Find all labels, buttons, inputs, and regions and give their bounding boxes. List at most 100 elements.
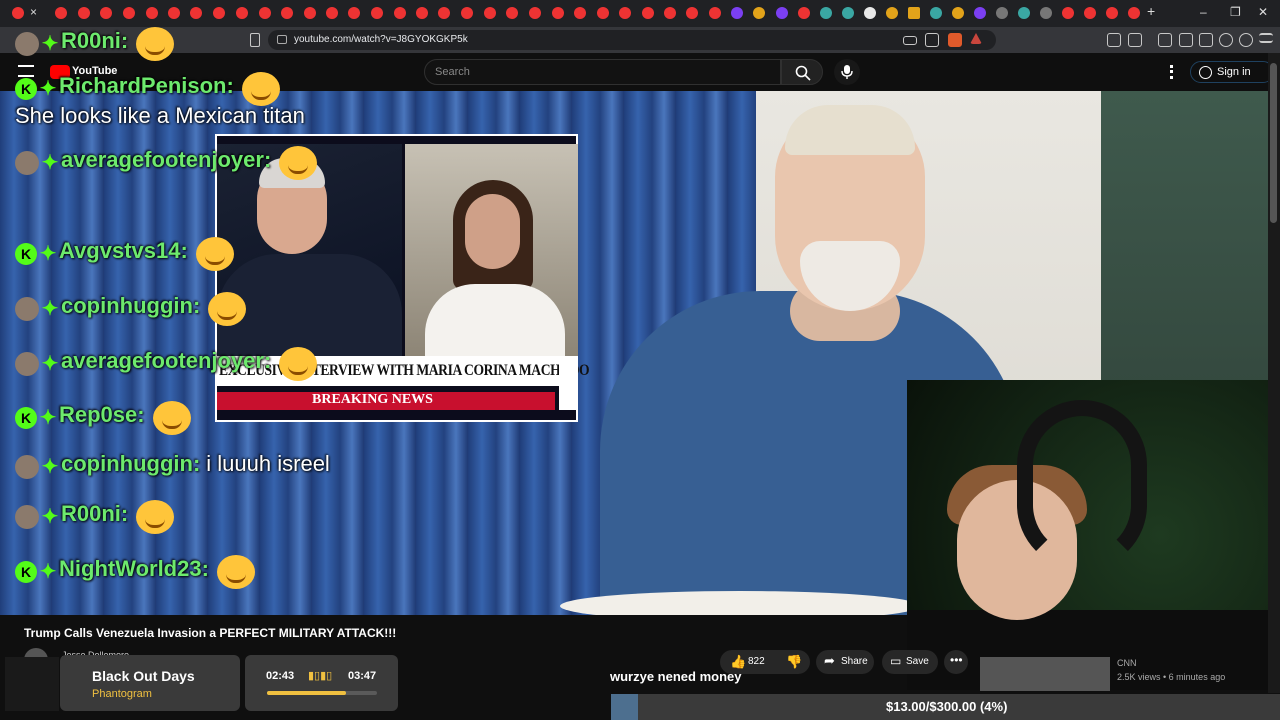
tab-favicon[interactable]: [100, 7, 112, 19]
tab-favicon[interactable]: [348, 7, 360, 19]
tab-favicon[interactable]: [213, 7, 225, 19]
chat-username[interactable]: copinhuggin:: [61, 451, 200, 476]
tab-favicon[interactable]: [55, 7, 67, 19]
tab-favicon[interactable]: [506, 7, 518, 19]
menu-icon[interactable]: [1259, 33, 1273, 43]
new-tab-button[interactable]: +: [1147, 3, 1155, 19]
tab-favicon[interactable]: [776, 7, 788, 19]
chat-emote-icon: [208, 292, 247, 326]
address-bar[interactable]: youtube.com/watch?v=J8GYOKGKP5k: [268, 30, 996, 50]
bookmark-icon[interactable]: [250, 33, 260, 47]
chat-username[interactable]: NightWorld23:: [59, 556, 209, 581]
tab-favicon[interactable]: [886, 7, 898, 19]
save-button[interactable]: ▭ Save: [882, 650, 938, 674]
chat-username[interactable]: R00ni:: [61, 28, 128, 53]
voice-search-button[interactable]: [834, 59, 860, 85]
tab-favicon[interactable]: [642, 7, 654, 19]
tab-favicon[interactable]: [686, 7, 698, 19]
tab-favicon[interactable]: [1106, 7, 1118, 19]
tab-favicon[interactable]: [664, 7, 676, 19]
page-scrollbar[interactable]: [1268, 53, 1280, 693]
tab-favicon[interactable]: [597, 7, 609, 19]
tab-favicon[interactable]: [1128, 7, 1140, 19]
chat-username[interactable]: RichardPenison:: [59, 73, 234, 98]
tab-favicon[interactable]: [552, 7, 564, 19]
tab-favicon[interactable]: [281, 7, 293, 19]
tab-favicon[interactable]: [842, 7, 854, 19]
share-page-icon[interactable]: [925, 33, 939, 47]
tab-favicon[interactable]: [461, 7, 473, 19]
extensions-icon[interactable]: [1107, 33, 1121, 47]
tab-favicon[interactable]: [709, 7, 721, 19]
account-icon: [1199, 66, 1212, 79]
chat-username[interactable]: averagefootenjoyer:: [61, 348, 271, 373]
tab-favicon[interactable]: [123, 7, 135, 19]
like-icon[interactable]: 👍: [730, 654, 746, 670]
search-icon: [795, 65, 811, 81]
more-actions-button[interactable]: •••: [944, 650, 968, 674]
tab-favicon[interactable]: [753, 7, 765, 19]
shield-icon[interactable]: [1239, 33, 1253, 47]
tab-favicon[interactable]: [574, 7, 586, 19]
search-input[interactable]: Search: [424, 59, 781, 85]
brave-rewards-icon[interactable]: [970, 33, 982, 44]
tab-favicon[interactable]: [952, 7, 964, 19]
chat-username[interactable]: R00ni:: [61, 501, 128, 526]
install-app-icon[interactable]: [903, 36, 917, 45]
chat-username[interactable]: Avgvstvs14:: [59, 238, 188, 263]
tab-favicon[interactable]: [416, 7, 428, 19]
tab-favicon[interactable]: [1018, 7, 1030, 19]
share-button[interactable]: ➦ Share: [816, 650, 874, 674]
tab-favicon[interactable]: [529, 7, 541, 19]
site-info-icon[interactable]: [277, 35, 287, 44]
tab-favicon[interactable]: [304, 7, 316, 19]
tab-favicon[interactable]: [731, 7, 743, 19]
chat-message: K ✦ NightWorld23:: [15, 555, 255, 589]
chat-username[interactable]: Rep0se:: [59, 402, 145, 427]
tab-favicon[interactable]: [930, 7, 942, 19]
tab-favicon[interactable]: [168, 7, 180, 19]
recommended-thumbnail[interactable]: [980, 657, 1110, 691]
tab-favicon[interactable]: [394, 7, 406, 19]
wallet-icon[interactable]: [1199, 33, 1213, 47]
like-count[interactable]: 822: [748, 656, 765, 667]
tab-favicon[interactable]: [619, 7, 631, 19]
dislike-icon[interactable]: 👎: [786, 654, 802, 670]
tab-favicon[interactable]: [996, 7, 1008, 19]
tab-favicon[interactable]: [146, 7, 158, 19]
tab-favicon[interactable]: [908, 7, 920, 19]
tab-favicon[interactable]: [371, 7, 383, 19]
tab-favicon[interactable]: [864, 7, 876, 19]
media-controls-icon[interactable]: [1158, 33, 1172, 47]
chat-username[interactable]: copinhuggin:: [61, 293, 200, 318]
maximize-button[interactable]: ❐: [1230, 5, 1241, 19]
vpn-icon[interactable]: [1219, 33, 1233, 47]
search-button[interactable]: [781, 59, 823, 85]
minimize-button[interactable]: –: [1200, 5, 1207, 19]
tab-favicon[interactable]: [259, 7, 271, 19]
close-tab-icon[interactable]: ×: [30, 5, 37, 19]
tab-favicon[interactable]: [974, 7, 986, 19]
tab-favicon[interactable]: [190, 7, 202, 19]
tab-favicon[interactable]: [1084, 7, 1096, 19]
close-window-button[interactable]: ✕: [1258, 5, 1268, 19]
tab-favicon[interactable]: [12, 7, 24, 19]
more-options-icon[interactable]: [1170, 65, 1173, 79]
sign-in-button[interactable]: Sign in: [1190, 61, 1274, 83]
tab-favicon[interactable]: [78, 7, 90, 19]
tab-favicon[interactable]: [236, 7, 248, 19]
chat-emote-icon: [136, 27, 175, 61]
brave-shields-icon[interactable]: [948, 33, 962, 47]
reader-mode-icon[interactable]: [1128, 33, 1142, 47]
tab-favicon[interactable]: [1040, 7, 1052, 19]
tab-favicon[interactable]: [326, 7, 338, 19]
tab-favicon[interactable]: [1062, 7, 1074, 19]
chat-username[interactable]: averagefootenjoyer:: [61, 147, 271, 172]
recommended-meta[interactable]: CNN 2.5K views • 6 minutes ago: [1117, 658, 1225, 682]
tab-favicon[interactable]: [438, 7, 450, 19]
sidebar-icon[interactable]: [1179, 33, 1193, 47]
tab-favicon[interactable]: [820, 7, 832, 19]
tab-favicon[interactable]: [798, 7, 810, 19]
scrollbar-thumb[interactable]: [1270, 63, 1277, 223]
tab-favicon[interactable]: [484, 7, 496, 19]
